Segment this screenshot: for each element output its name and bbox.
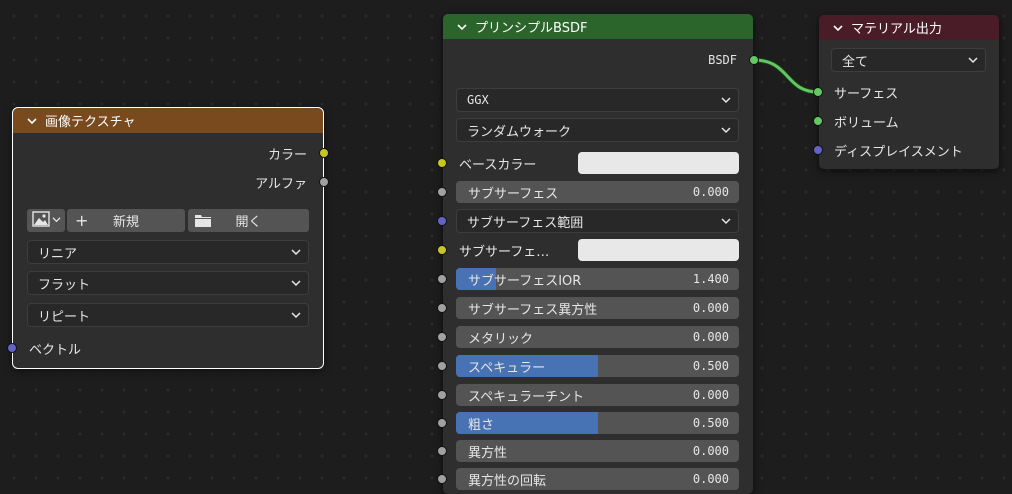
- specular-tint-label: スペキュラーチント: [468, 389, 585, 405]
- principled-bsdf-node[interactable]: プリンシプルBSDF BSDF GGX ランダムウォーク ベースカラー サブサー…: [437, 14, 759, 494]
- input-specular-tint-socket[interactable]: [437, 390, 447, 400]
- metallic-value: 0.000: [692, 330, 729, 344]
- subsurface-field[interactable]: サブサーフェス 0.000: [456, 181, 739, 203]
- target-value: 全て: [842, 54, 869, 70]
- image-texture-node[interactable]: 画像テクスチャ カラー アルファ + 新規 開く リニア フラット リピート ベ…: [7, 107, 329, 369]
- image-icon: [31, 210, 50, 231]
- subsurface-aniso-label: サブサーフェス異方性: [468, 302, 598, 318]
- anisotropic-label: 異方性: [468, 445, 508, 461]
- output-bsdf-label: BSDF: [708, 53, 737, 67]
- plus-icon: +: [75, 211, 89, 230]
- input-specular-socket[interactable]: [437, 361, 447, 371]
- metallic-field[interactable]: メタリック 0.000: [456, 326, 739, 348]
- subsurface-aniso-field[interactable]: サブサーフェス異方性 0.000: [456, 297, 739, 319]
- chevron-down-icon[interactable]: [25, 114, 39, 128]
- extension-dropdown[interactable]: リピート: [27, 303, 309, 327]
- subsurface-method-value: ランダムウォーク: [467, 124, 572, 140]
- subsurface-value: 0.000: [692, 185, 729, 199]
- material-output-header[interactable]: マテリアル出力: [819, 15, 999, 40]
- input-base-color-socket[interactable]: [437, 158, 447, 168]
- input-displacement-socket[interactable]: [813, 145, 823, 155]
- input-anisotropic-rotation-socket[interactable]: [437, 474, 447, 484]
- specular-tint-field[interactable]: スペキュラーチント 0.000: [456, 384, 739, 406]
- subsurface-ior-label: サブサーフェスIOR: [468, 273, 582, 289]
- new-image-label: 新規: [112, 215, 139, 230]
- input-volume-socket[interactable]: [813, 116, 823, 126]
- specular-field[interactable]: スペキュラー 0.500: [456, 355, 739, 377]
- roughness-field[interactable]: 粗さ 0.500: [456, 412, 739, 434]
- input-displacement-label: ディスプレイスメント: [834, 145, 963, 160]
- anisotropic-rotation-value: 0.000: [692, 472, 729, 486]
- output-alpha-label: アルファ: [255, 177, 307, 192]
- chevron-down-icon: [290, 277, 302, 289]
- chevron-down-icon: [290, 309, 302, 321]
- anisotropic-rotation-label: 異方性の回転: [468, 473, 547, 489]
- subsurface-aniso-value: 0.000: [692, 301, 729, 315]
- metallic-label: メタリック: [468, 331, 534, 347]
- subsurface-radius-label: サブサーフェス範囲: [467, 215, 584, 231]
- base-color-label: ベースカラー: [459, 158, 537, 173]
- folder-icon: [194, 213, 212, 232]
- input-subsurface-aniso-socket[interactable]: [437, 303, 447, 313]
- subsurface-ior-value: 1.400: [692, 272, 729, 286]
- anisotropic-rotation-field[interactable]: 異方性の回転 0.000: [456, 468, 739, 490]
- specular-value: 0.500: [692, 359, 729, 373]
- projection-value: フラット: [38, 277, 91, 293]
- input-metallic-socket[interactable]: [437, 332, 447, 342]
- subsurface-color-label: サブサーフェ…: [459, 245, 550, 260]
- new-image-button[interactable]: + 新規: [67, 209, 185, 232]
- node-title: プリンシプルBSDF: [475, 21, 588, 36]
- chevron-down-icon[interactable]: [455, 20, 469, 34]
- chevron-down-icon[interactable]: [831, 21, 845, 35]
- input-surface-socket[interactable]: [813, 87, 823, 97]
- roughness-label: 粗さ: [468, 417, 495, 433]
- output-color-label: カラー: [267, 148, 307, 163]
- anisotropic-value: 0.000: [692, 444, 729, 458]
- interpolation-value: リニア: [38, 246, 78, 262]
- input-subsurface-color-socket[interactable]: [437, 245, 447, 255]
- specular-tint-value: 0.000: [692, 388, 729, 402]
- input-vector-label: ベクトル: [29, 343, 82, 358]
- specular-label: スペキュラー: [468, 360, 546, 376]
- extension-value: リピート: [38, 309, 91, 325]
- chevron-down-icon: [720, 215, 732, 227]
- anisotropic-field[interactable]: 異方性 0.000: [456, 440, 739, 462]
- subsurface-radius-dropdown[interactable]: サブサーフェス範囲: [456, 209, 739, 233]
- distribution-dropdown[interactable]: GGX: [456, 88, 739, 112]
- open-image-label: 開く: [235, 215, 262, 230]
- subsurface-method-dropdown[interactable]: ランダムウォーク: [456, 118, 739, 142]
- projection-dropdown[interactable]: フラット: [27, 271, 309, 295]
- input-subsurface-socket[interactable]: [437, 187, 447, 197]
- input-roughness-socket[interactable]: [437, 418, 447, 428]
- output-bsdf-socket[interactable]: [749, 55, 759, 65]
- node-title: 画像テクスチャ: [45, 115, 136, 130]
- interpolation-dropdown[interactable]: リニア: [27, 240, 309, 264]
- chevron-down-icon: [720, 124, 732, 136]
- chevron-down-icon: [967, 54, 979, 66]
- input-subsurface-radius-socket[interactable]: [437, 216, 447, 226]
- output-alpha-socket[interactable]: [319, 177, 329, 187]
- image-texture-header[interactable]: 画像テクスチャ: [13, 108, 323, 133]
- input-vector-socket[interactable]: [7, 343, 17, 353]
- open-image-button[interactable]: 開く: [188, 209, 309, 232]
- image-type-selector[interactable]: [27, 209, 65, 232]
- input-subsurface-ior-socket[interactable]: [437, 274, 447, 284]
- target-dropdown[interactable]: 全て: [831, 48, 986, 72]
- roughness-value: 0.500: [692, 416, 729, 430]
- distribution-value: GGX: [467, 93, 489, 107]
- chevron-down-icon: [51, 213, 61, 228]
- subsurface-ior-field[interactable]: サブサーフェスIOR 1.400: [456, 268, 739, 290]
- chevron-down-icon: [290, 246, 302, 258]
- principled-bsdf-header[interactable]: プリンシプルBSDF: [443, 14, 753, 39]
- input-surface-label: サーフェス: [834, 87, 899, 102]
- subsurface-label: サブサーフェス: [468, 186, 559, 202]
- node-title: マテリアル出力: [851, 22, 942, 37]
- chevron-down-icon: [720, 94, 732, 106]
- input-anisotropic-socket[interactable]: [437, 446, 447, 456]
- base-color-swatch[interactable]: [578, 152, 739, 174]
- subsurface-color-swatch[interactable]: [578, 239, 739, 261]
- input-volume-label: ボリューム: [834, 116, 899, 131]
- material-output-node[interactable]: マテリアル出力 全て サーフェス ボリューム ディスプレイスメント: [813, 15, 999, 169]
- output-color-socket[interactable]: [319, 148, 329, 158]
